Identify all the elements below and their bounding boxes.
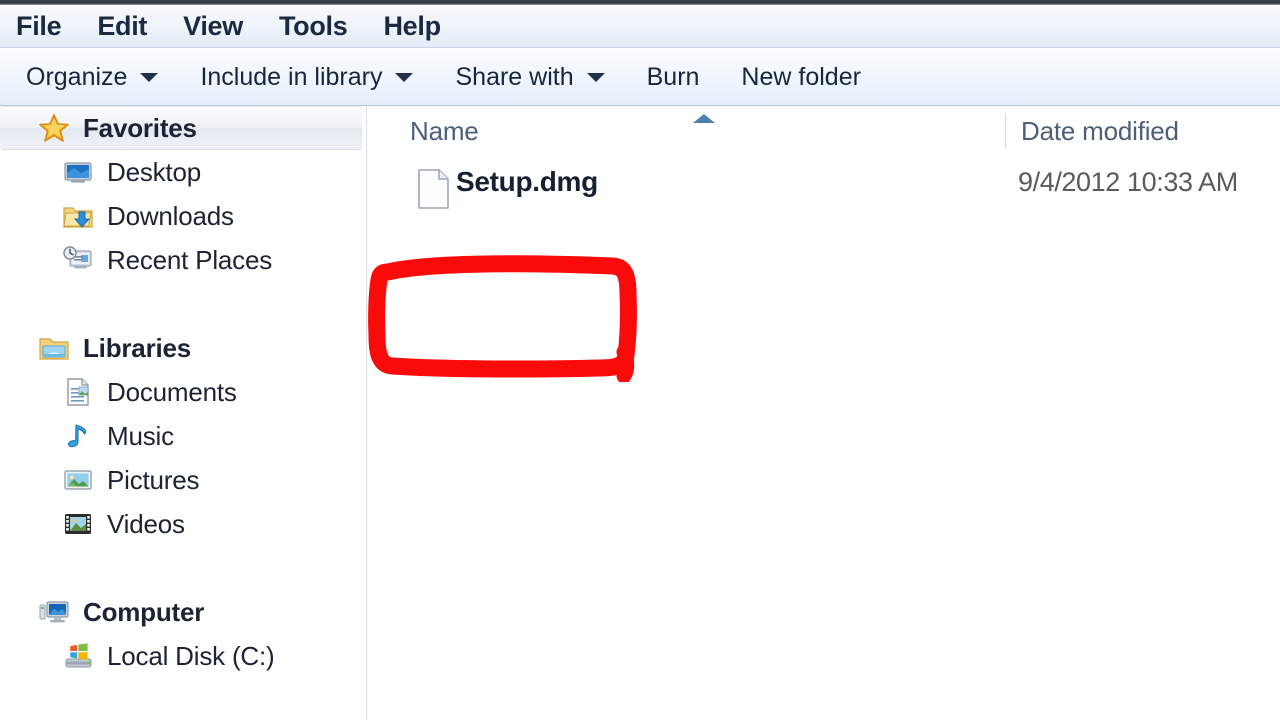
sidebar-item-music-label: Music — [107, 420, 174, 451]
menu-edit[interactable]: Edit — [97, 11, 147, 42]
toolbar-new-folder[interactable]: New folder — [741, 63, 861, 92]
menu-file[interactable]: File — [16, 11, 62, 42]
chevron-down-icon — [395, 72, 414, 82]
command-toolbar: Organize Include in library Share with B… — [0, 49, 1280, 106]
sidebar-item-local-disk-c[interactable]: Local Disk (C:) — [0, 634, 366, 678]
file-name-cell[interactable]: Setup.dmg — [456, 166, 598, 198]
sidebar-item-videos-label: Videos — [107, 508, 185, 539]
sidebar-item-pictures[interactable]: Pictures — [0, 458, 366, 502]
sidebar-item-favorites[interactable]: Favorites — [0, 106, 362, 150]
sidebar-item-documents-label: Documents — [107, 376, 237, 407]
menu-tools[interactable]: Tools — [279, 11, 348, 42]
generic-file-icon — [416, 168, 452, 209]
toolbar-include-in-library[interactable]: Include in library — [200, 62, 414, 92]
column-header-name[interactable]: Name — [410, 116, 479, 147]
sidebar-item-desktop-label: Desktop — [107, 156, 201, 187]
sidebar-item-desktop[interactable]: Desktop — [0, 150, 366, 194]
toolbar-share-with-label: Share with — [455, 62, 574, 91]
sidebar-item-computer[interactable]: Computer — [0, 590, 366, 634]
sidebar-item-downloads-label: Downloads — [107, 200, 234, 231]
toolbar-burn-label: Burn — [646, 62, 700, 91]
local-disk-icon — [62, 640, 94, 672]
chevron-down-icon — [140, 72, 159, 82]
sidebar-item-computer-label: Computer — [83, 596, 205, 627]
column-divider[interactable] — [1005, 114, 1006, 148]
file-list-pane[interactable]: Name Date modified Setup.dmg 9/4/2012 10… — [368, 106, 1280, 720]
chevron-down-icon — [586, 72, 605, 82]
sort-ascending-icon — [693, 114, 715, 123]
menu-help[interactable]: Help — [383, 11, 441, 42]
music-note-icon — [62, 420, 94, 452]
menu-view[interactable]: View — [183, 11, 243, 42]
recent-places-icon — [62, 244, 94, 276]
column-headers: Name Date modified — [368, 106, 1280, 158]
sidebar-item-libraries-label: Libraries — [83, 332, 192, 363]
star-icon — [38, 112, 70, 144]
sidebar-item-documents[interactable]: Documents — [0, 370, 366, 414]
toolbar-organize[interactable]: Organize — [26, 62, 159, 92]
menu-bar: File Edit View Tools Help — [0, 5, 1280, 48]
sidebar-item-pictures-label: Pictures — [107, 464, 200, 495]
sidebar-item-libraries[interactable]: Libraries — [0, 326, 366, 370]
explorer-body: Favorites Desktop Downloads Recent Place… — [0, 106, 1280, 720]
toolbar-share-with[interactable]: Share with — [455, 62, 605, 92]
column-header-date-modified[interactable]: Date modified — [1021, 116, 1179, 147]
explorer-window: File Edit View Tools Help Organize Inclu… — [0, 0, 1280, 720]
documents-icon — [62, 376, 94, 408]
navigation-pane[interactable]: Favorites Desktop Downloads Recent Place… — [0, 106, 367, 720]
libraries-folder-icon — [38, 332, 70, 364]
sidebar-item-favorites-label: Favorites — [83, 112, 197, 143]
sidebar-item-music[interactable]: Music — [0, 414, 366, 458]
computer-icon — [38, 596, 70, 628]
sidebar-item-local-disk-c-label: Local Disk (C:) — [107, 640, 275, 671]
toolbar-organize-label: Organize — [26, 62, 128, 91]
toolbar-include-in-library-label: Include in library — [200, 62, 383, 91]
desktop-icon — [62, 156, 94, 188]
sidebar-item-videos[interactable]: Videos — [0, 502, 366, 546]
toolbar-burn[interactable]: Burn — [647, 63, 700, 92]
table-row[interactable]: Setup.dmg 9/4/2012 10:33 AM — [368, 158, 1280, 214]
videos-filmstrip-icon — [62, 508, 94, 540]
sidebar-item-recent-places-label: Recent Places — [107, 244, 273, 275]
file-date-modified-cell: 9/4/2012 10:33 AM — [1018, 167, 1238, 197]
toolbar-new-folder-label: New folder — [741, 62, 861, 91]
sidebar-item-recent-places[interactable]: Recent Places — [0, 238, 366, 282]
pictures-icon — [62, 464, 94, 496]
downloads-folder-icon — [62, 200, 94, 232]
sidebar-item-downloads[interactable]: Downloads — [0, 194, 366, 238]
